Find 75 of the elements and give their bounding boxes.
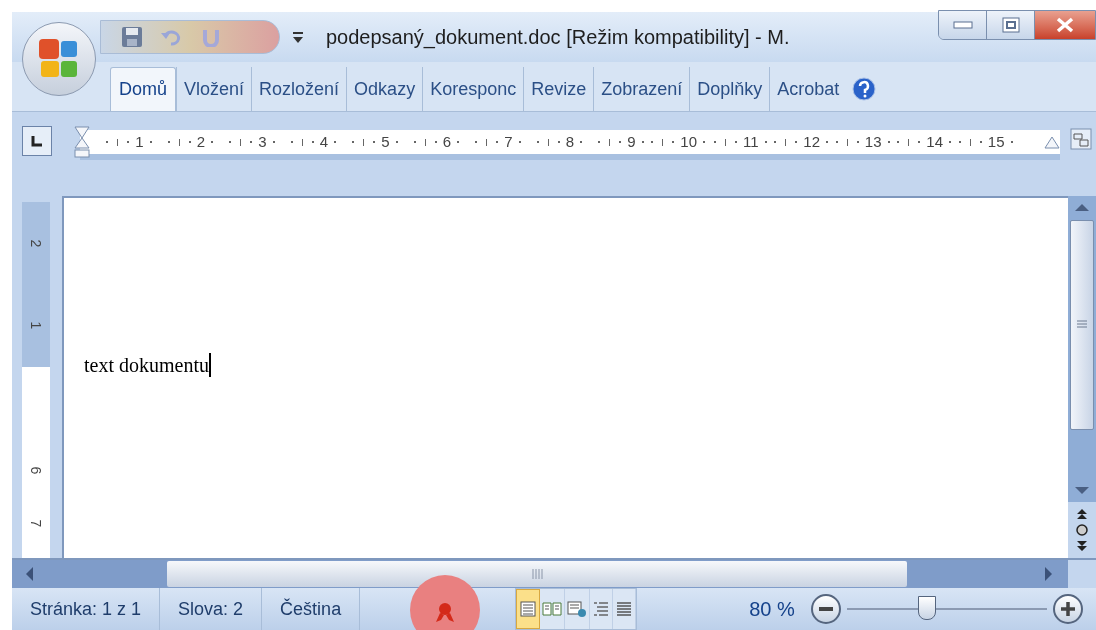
previous-page-icon[interactable] — [1076, 508, 1088, 520]
scroll-grip-icon[interactable] — [531, 568, 543, 580]
minus-icon — [818, 607, 833, 611]
ruler-number: 3 — [258, 131, 267, 152]
signature-icon[interactable] — [434, 601, 456, 623]
close-icon — [1055, 17, 1075, 33]
document-text: text dokumentu — [84, 353, 209, 378]
window-title: podepsaný_dokument.doc [Režim kompatibility] - M. — [326, 25, 790, 51]
ruler-number: 1 — [135, 131, 144, 152]
book-icon — [542, 600, 563, 618]
ruler-number: 7 — [27, 519, 46, 528]
maximize-button[interactable] — [987, 11, 1035, 39]
text-cursor — [209, 353, 211, 377]
ruler-number: 5 — [381, 131, 390, 152]
zoom-out-button[interactable] — [810, 594, 841, 624]
view-button[interactable] — [540, 589, 566, 629]
ruler-number: 10 — [680, 131, 697, 152]
ruler-number: 11 — [742, 131, 759, 152]
tab-stop-button[interactable] — [22, 126, 52, 156]
scroll-left-icon[interactable] — [24, 566, 34, 582]
ruler-number: 4 — [319, 131, 328, 152]
next-page-icon[interactable] — [1076, 540, 1088, 552]
ruler-number: 15 — [987, 131, 1005, 152]
ruler-number: 14 — [926, 131, 943, 152]
view-ruler-icon[interactable] — [1070, 128, 1092, 150]
right-indent-marker-icon[interactable] — [1044, 135, 1060, 149]
ribbon-tab[interactable]: Vložení — [176, 67, 252, 111]
ruler-number: 8 — [565, 131, 574, 152]
ribbon-tab[interactable]: Odkazy — [346, 67, 423, 111]
ribbon-tab[interactable]: Zobrazení — [593, 67, 690, 111]
browse-object-icon[interactable] — [1076, 524, 1088, 536]
scroll-down-icon[interactable] — [1074, 486, 1090, 496]
zoom-level[interactable]: 80 % — [749, 594, 795, 624]
ruler-number: 6 — [442, 131, 451, 152]
zoom-slider[interactable] — [846, 596, 1047, 622]
lines-icon — [615, 600, 634, 618]
ruler-number: 13 — [864, 131, 882, 152]
web-page-icon — [567, 600, 588, 618]
horizontal-scrollbar[interactable] — [12, 560, 1068, 588]
left-tab-icon — [31, 135, 43, 147]
ribbon-tab[interactable]: Koresponc — [422, 67, 524, 111]
customize-dropdown-icon[interactable] — [292, 30, 304, 44]
page-icon — [519, 600, 538, 618]
ruler-number: 6 — [27, 466, 46, 475]
ribbon-tab[interactable]: Acrobat — [769, 67, 847, 111]
minimize-icon — [952, 21, 973, 29]
save-icon[interactable] — [121, 26, 143, 48]
close-button[interactable] — [1035, 11, 1095, 39]
ruler-number: 7 — [504, 131, 513, 152]
plus-icon — [1060, 602, 1075, 616]
status-bar-item[interactable]: Stránka: 1 z 1 — [12, 588, 161, 630]
view-button[interactable] — [516, 589, 541, 629]
status-bar-item[interactable]: Slova: 2 — [160, 588, 263, 630]
status-bar-item[interactable]: Čeština — [262, 588, 361, 630]
ruler-number: 2 — [27, 239, 46, 248]
vertical-scrollbar[interactable] — [1068, 196, 1096, 558]
indent-marker-icon[interactable] — [74, 126, 90, 158]
help-icon[interactable] — [852, 77, 877, 101]
ruler-number: 1 — [27, 321, 46, 330]
ruler-number: 2 — [196, 131, 205, 152]
outline-icon — [592, 600, 611, 618]
minimize-button[interactable] — [939, 11, 987, 39]
ribbon-tab[interactable]: Rozložení — [251, 67, 347, 111]
zoom-slider-thumb[interactable] — [917, 596, 936, 620]
ruler-number: 9 — [627, 131, 636, 152]
view-button[interactable] — [565, 589, 591, 629]
scroll-right-icon[interactable] — [1044, 566, 1054, 582]
scroll-up-icon[interactable] — [1074, 202, 1090, 212]
maximize-icon — [1001, 17, 1020, 33]
zoom-in-button[interactable] — [1052, 594, 1083, 624]
ribbon-tab[interactable]: Revize — [523, 67, 594, 111]
scroll-grip-icon[interactable] — [1076, 320, 1088, 330]
ribbon-tab[interactable]: Doplňky — [689, 67, 770, 111]
ribbon-tab[interactable]: Domů — [110, 67, 176, 111]
ruler-number: 12 — [803, 131, 820, 152]
